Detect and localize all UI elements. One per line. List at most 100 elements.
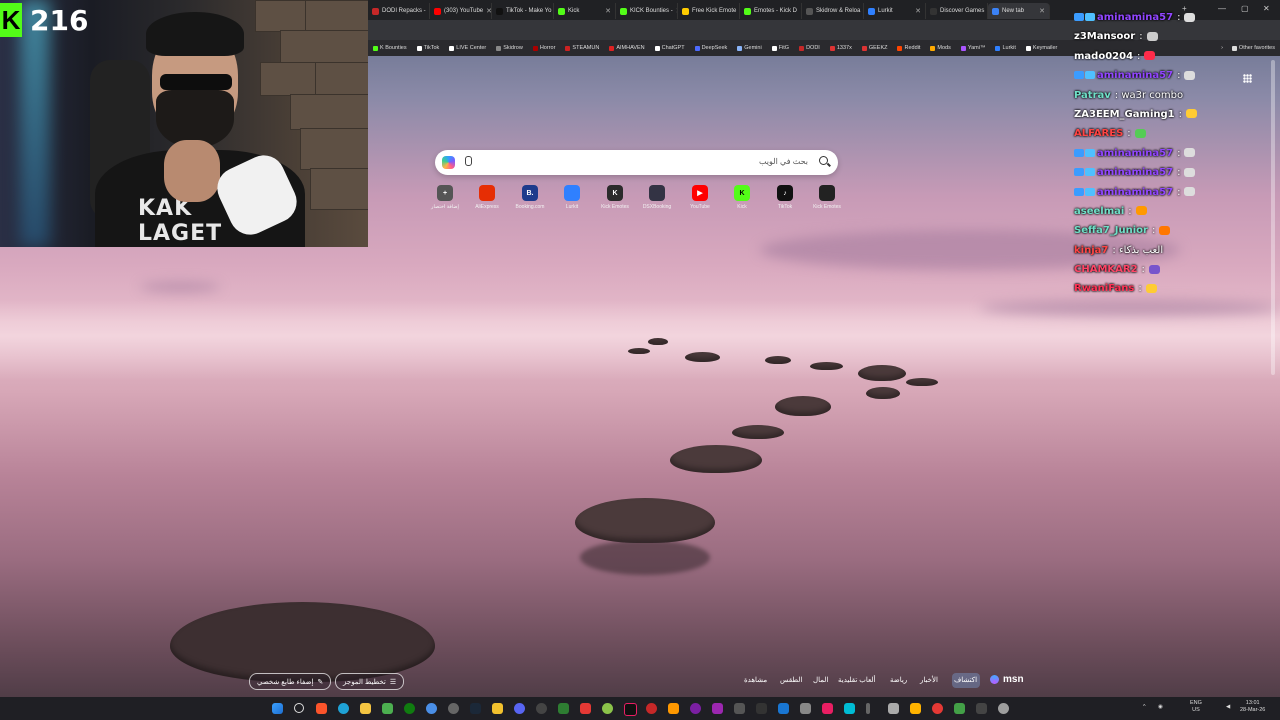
browser-tab[interactable]: Kick ✕ bbox=[554, 3, 616, 19]
msn-link-discover[interactable]: اكتشاف bbox=[954, 676, 977, 684]
browser-tab[interactable]: Skidrow & Reloa✕ bbox=[802, 3, 864, 19]
app-icon[interactable] bbox=[888, 703, 899, 714]
app-icon[interactable] bbox=[954, 703, 965, 714]
app-icon[interactable] bbox=[734, 703, 745, 714]
bookmark[interactable]: AIMHAVEN bbox=[604, 45, 649, 51]
app-icon[interactable] bbox=[932, 703, 943, 714]
close-tab-icon[interactable]: ✕ bbox=[915, 7, 921, 15]
volume-icon[interactable]: ◀ bbox=[1226, 704, 1230, 711]
app-icon[interactable] bbox=[448, 703, 459, 714]
wifi-icon[interactable]: ◉ bbox=[1158, 704, 1163, 711]
app-icon[interactable] bbox=[844, 703, 855, 714]
bookmark[interactable]: Horror bbox=[528, 45, 561, 51]
app-icon[interactable] bbox=[558, 703, 569, 714]
browser-tab[interactable]: DODI Repacks -✕ bbox=[368, 3, 430, 19]
app-icon[interactable] bbox=[822, 703, 833, 714]
quick-link[interactable]: Kick Emotes bbox=[807, 185, 847, 210]
xbox-icon[interactable] bbox=[404, 703, 415, 714]
bookmark[interactable]: ChatGPT bbox=[650, 45, 690, 51]
quick-link[interactable]: B. Booking.com bbox=[510, 185, 550, 210]
browser-tab[interactable]: Free Kick Emote✕ bbox=[678, 3, 740, 19]
tiktok-icon[interactable] bbox=[624, 703, 637, 716]
windows-start-icon[interactable] bbox=[272, 703, 283, 714]
quick-link[interactable]: AliExpress bbox=[467, 185, 507, 210]
msn-link-money[interactable]: المال bbox=[813, 676, 828, 684]
msn-link-sports[interactable]: رياضة bbox=[890, 676, 907, 684]
bookmark[interactable]: STEAMUN bbox=[560, 45, 604, 51]
app-icon[interactable] bbox=[976, 703, 987, 714]
search-icon[interactable] bbox=[294, 703, 304, 713]
search-icon[interactable] bbox=[819, 156, 828, 165]
quick-link[interactable]: DSXBooking bbox=[637, 185, 677, 210]
bookmark[interactable]: FitG bbox=[767, 45, 794, 51]
app-icon[interactable] bbox=[668, 703, 679, 714]
browser-tab[interactable]: Discover Games✕ bbox=[926, 3, 988, 19]
file-explorer-icon[interactable] bbox=[360, 703, 371, 714]
app-icon[interactable] bbox=[690, 703, 701, 714]
app-icon[interactable] bbox=[910, 703, 921, 714]
msn-link-classic-games[interactable]: ألعاب تقليدية bbox=[838, 676, 875, 684]
bookmark[interactable]: Gemini bbox=[732, 45, 766, 51]
discord-icon[interactable] bbox=[514, 703, 525, 714]
app-icon[interactable] bbox=[756, 703, 767, 714]
quick-link[interactable]: + إضافة اختصار bbox=[425, 185, 465, 210]
app-icon[interactable] bbox=[602, 703, 613, 714]
language-indicator[interactable]: ENG US bbox=[1190, 700, 1202, 714]
msn-link-watch[interactable]: مشاهدة bbox=[744, 676, 767, 684]
browser-tab[interactable]: Emotes - Kick D✕ bbox=[740, 3, 802, 19]
tray-chevron-icon[interactable]: ^ bbox=[1143, 704, 1146, 711]
bookmark[interactable]: K Bounties bbox=[368, 45, 412, 51]
steam-icon[interactable] bbox=[470, 703, 481, 714]
browser-tab[interactable]: KICK Bounties -✕ bbox=[616, 3, 678, 19]
app-icon[interactable] bbox=[800, 703, 811, 714]
bookmark[interactable]: Yami™ bbox=[956, 45, 991, 51]
browser-tab[interactable]: Lurkit ✕ bbox=[864, 3, 926, 19]
search-input[interactable]: بحث في الويب bbox=[435, 150, 838, 175]
brave-icon[interactable] bbox=[316, 703, 327, 714]
feed-layout-button[interactable]: تخطيط الموجز ☰ bbox=[335, 673, 405, 690]
app-icon[interactable] bbox=[712, 703, 723, 714]
app-icon[interactable] bbox=[646, 703, 657, 714]
edge-icon[interactable] bbox=[338, 703, 349, 714]
bookmark[interactable]: Lurkit bbox=[990, 45, 1020, 51]
app-icon[interactable] bbox=[536, 703, 547, 714]
bookmark-favicon bbox=[373, 45, 378, 51]
microphone-icon[interactable] bbox=[465, 156, 472, 166]
bookmark[interactable]: Keymailer bbox=[1021, 45, 1062, 51]
app-icon[interactable] bbox=[778, 703, 789, 714]
chat-text: : wa3r combo bbox=[1114, 89, 1184, 101]
app-icon[interactable] bbox=[382, 703, 393, 714]
quick-link[interactable]: K Kick bbox=[722, 185, 762, 210]
app-icon[interactable] bbox=[492, 703, 503, 714]
chat-text: : bbox=[1151, 225, 1156, 237]
close-tab-icon[interactable]: ✕ bbox=[1039, 7, 1045, 15]
quick-link[interactable]: K Kick Emotes bbox=[595, 185, 635, 210]
bookmark[interactable]: GEEKZ bbox=[857, 45, 893, 51]
settings-icon[interactable] bbox=[998, 703, 1009, 714]
bookmark[interactable]: LIVE Center bbox=[444, 45, 491, 51]
clock-date: 28-Mar-26 bbox=[1240, 707, 1266, 713]
browser-tab[interactable]: TikTok - Make Yo✕ bbox=[492, 3, 554, 19]
msn-link-news[interactable]: الأخبار bbox=[920, 676, 938, 684]
bookmark[interactable]: Skidrow bbox=[491, 45, 528, 51]
bookmark[interactable]: DeepSeek bbox=[690, 45, 733, 51]
quick-link[interactable]: ♪ TikTok bbox=[765, 185, 805, 210]
bookmark[interactable]: TikTok bbox=[412, 45, 445, 51]
app-icon[interactable] bbox=[426, 703, 437, 714]
clock[interactable]: 13:01 28-Mar-26 bbox=[1240, 700, 1265, 714]
msn-logo[interactable]: msn bbox=[1003, 674, 1024, 685]
bookmark[interactable]: 1337x bbox=[825, 45, 857, 51]
bookmark[interactable]: Reddit bbox=[892, 45, 925, 51]
browser-tab-active[interactable]: New tab ✕ bbox=[988, 3, 1050, 19]
copilot-icon[interactable] bbox=[442, 156, 455, 169]
bookmark[interactable]: DODI bbox=[794, 45, 825, 51]
bookmark[interactable]: Mods bbox=[925, 45, 955, 51]
quick-link[interactable]: Lurkit bbox=[552, 185, 592, 210]
personalize-button[interactable]: إضفاء طابع شخصي ✎ bbox=[249, 673, 332, 690]
browser-tab[interactable]: (303) YouTube ✕ bbox=[430, 3, 492, 19]
close-tab-icon[interactable]: ✕ bbox=[605, 7, 611, 15]
app-icon[interactable] bbox=[580, 703, 591, 714]
msn-link-weather[interactable]: الطقس bbox=[780, 676, 802, 684]
quick-link[interactable]: ▶ YouTube bbox=[680, 185, 720, 210]
app-icon[interactable] bbox=[866, 703, 870, 714]
